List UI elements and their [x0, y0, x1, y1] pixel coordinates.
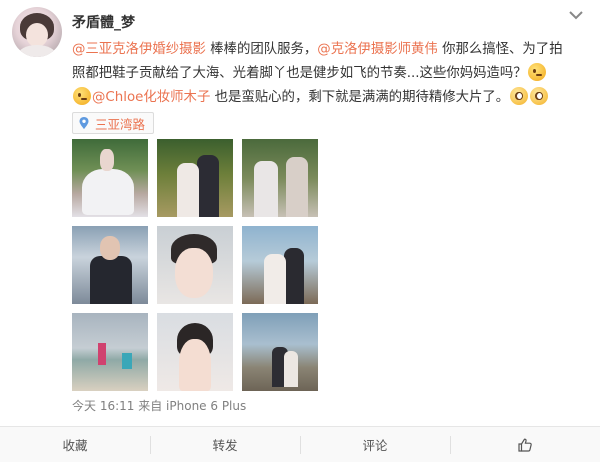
comment-label: 评论	[362, 438, 388, 453]
repost-label: 转发	[212, 438, 238, 453]
post-text-segment: 也是蛮贴心的，剩下就是满满的期待精修大片了。	[210, 90, 510, 105]
mention-link[interactable]: @克洛伊摄影师黄伟	[317, 42, 438, 57]
action-bar: 收藏 转发 评论	[0, 426, 600, 462]
post-text-line-1: @三亚克洛伊婚纱摄影 棒棒的团队服务，@克洛伊摄影师黄伟 你那么搞怪、为了拍	[72, 38, 582, 62]
post-text-segment: 照都把鞋子贡献给了大海、光着脚丫也是健步如飞的节奏...这些你妈妈造吗？	[72, 66, 527, 81]
timestamp[interactable]: 今天 16:11	[72, 399, 134, 413]
photo-grid	[72, 139, 326, 391]
author-name[interactable]: 矛盾體_梦	[72, 12, 135, 32]
post-text: @三亚克洛伊婚纱摄影 棒棒的团队服务，@克洛伊摄影师黄伟 你那么搞怪、为了拍 照…	[72, 38, 582, 110]
photo-thumbnail[interactable]	[72, 313, 148, 391]
pleading-emoji-icon	[530, 87, 549, 105]
photo-thumbnail[interactable]	[242, 139, 318, 217]
post-source[interactable]: 来自 iPhone 6 Plus	[138, 399, 246, 413]
like-button[interactable]	[450, 427, 600, 462]
photo-thumbnail[interactable]	[242, 226, 318, 304]
post-text-segment: 你那么搞怪、为了拍	[437, 42, 563, 57]
photo-thumbnail[interactable]	[242, 313, 318, 391]
post-meta: 今天 16:11 来自 iPhone 6 Plus	[72, 397, 246, 414]
photo-thumbnail[interactable]	[157, 226, 233, 304]
thinking-emoji-icon	[527, 63, 546, 81]
post-text-line-2: 照都把鞋子贡献给了大海、光着脚丫也是健步如飞的节奏...这些你妈妈造吗？	[72, 62, 582, 86]
photo-thumbnail[interactable]	[157, 313, 233, 391]
favorite-label: 收藏	[62, 438, 88, 453]
mention-link[interactable]: @Chloe化妆师木子	[92, 90, 210, 105]
repost-button[interactable]: 转发	[150, 427, 300, 462]
post-text-segment: 棒棒的团队服务，	[205, 42, 318, 57]
mention-link[interactable]: @三亚克洛伊婚纱摄影	[72, 42, 206, 57]
avatar[interactable]	[12, 7, 62, 57]
photo-thumbnail[interactable]	[157, 139, 233, 217]
location-tag[interactable]: 三亚湾路	[72, 112, 155, 134]
location-pin-icon	[79, 117, 89, 129]
photo-thumbnail[interactable]	[72, 139, 148, 217]
location-label: 三亚湾路	[95, 116, 146, 132]
pleading-emoji-icon	[510, 87, 529, 105]
comment-button[interactable]: 评论	[300, 427, 450, 462]
favorite-button[interactable]: 收藏	[0, 427, 150, 462]
chevron-down-icon[interactable]	[568, 8, 584, 22]
thinking-emoji-icon	[73, 87, 91, 105]
post-text-line-3: @Chloe化妆师木子 也是蛮贴心的，剩下就是满满的期待精修大片了。	[72, 86, 582, 110]
photo-thumbnail[interactable]	[72, 226, 148, 304]
thumbs-up-icon	[518, 438, 532, 452]
